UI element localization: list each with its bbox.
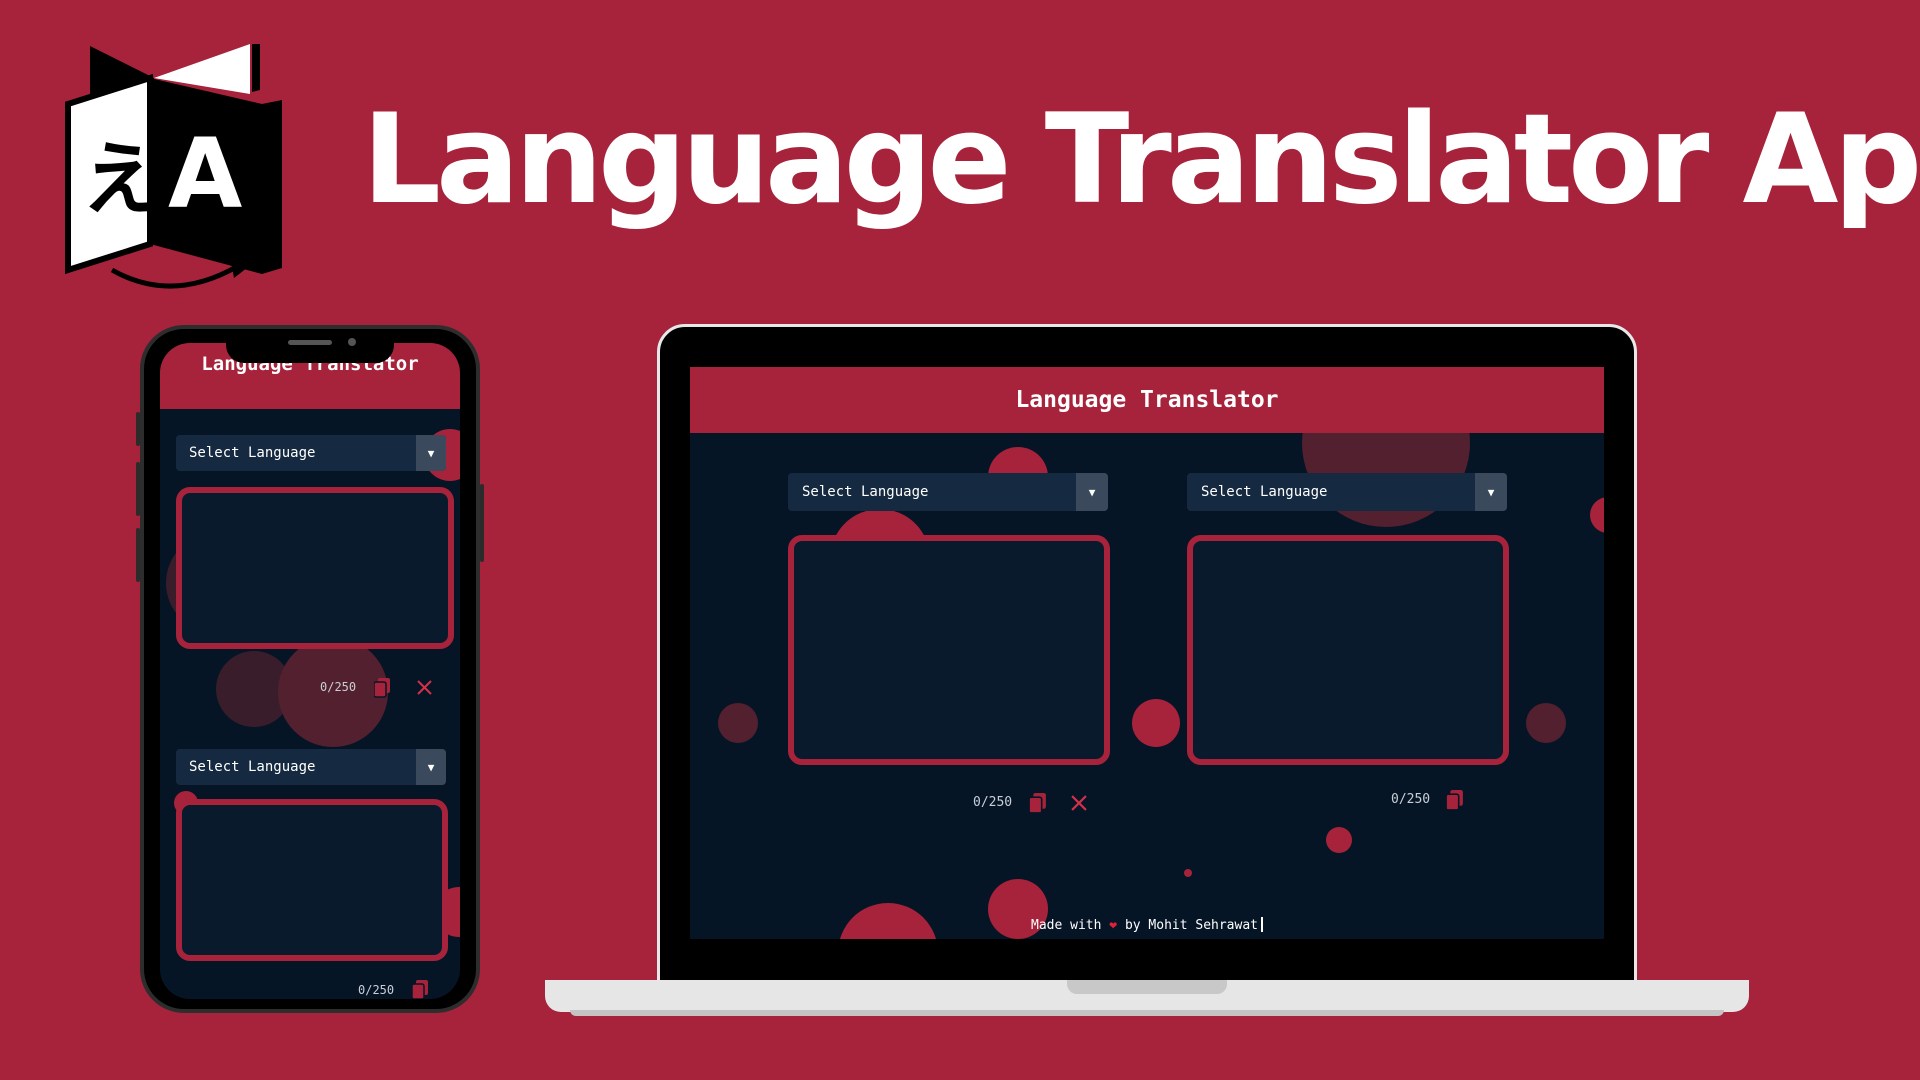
bubble — [1132, 699, 1180, 747]
source-language-select[interactable]: Select Language ▼ — [176, 435, 446, 471]
chevron-down-icon: ▼ — [1475, 473, 1507, 511]
copy-icon[interactable] — [1026, 791, 1048, 815]
footer-credit: Made with ❤ by Mohit Sehrawat — [690, 917, 1604, 933]
bubble — [1590, 497, 1604, 533]
chevron-down-icon: ▼ — [416, 435, 446, 471]
text-cursor — [1261, 917, 1263, 932]
laptop-base-shadow — [570, 1010, 1724, 1016]
select-label: Select Language — [1201, 484, 1328, 500]
bubble — [1184, 869, 1192, 877]
logo-left-glyph: え — [82, 133, 162, 226]
source-textarea[interactable] — [788, 535, 1110, 765]
phone-notch — [226, 329, 394, 363]
chevron-down-icon: ▼ — [1076, 473, 1108, 511]
chevron-down-icon: ▼ — [416, 749, 446, 785]
bubble — [1326, 827, 1352, 853]
target-language-select[interactable]: Select Language ▼ — [176, 749, 446, 785]
target-textarea[interactable] — [1187, 535, 1509, 765]
select-label: Select Language — [189, 759, 316, 775]
app-header-title: Language Translator — [1015, 387, 1279, 413]
phone-mockup: Language Translator Select Language ▼ 0/… — [140, 325, 480, 1013]
target-textarea[interactable] — [176, 799, 448, 961]
phone-camera — [348, 338, 356, 346]
heart-icon: ❤ — [1109, 918, 1118, 933]
footer-author: by Mohit Sehrawat — [1124, 918, 1258, 933]
phone-power-button — [480, 484, 484, 562]
phone-speaker — [288, 340, 332, 345]
select-label: Select Language — [802, 484, 929, 500]
laptop-trackpad-notch — [1067, 980, 1227, 994]
copy-icon[interactable] — [372, 677, 392, 699]
laptop-app-screen: Language Translator Select Language ▼ 0/… — [690, 367, 1604, 939]
char-counter: 0/250 — [973, 795, 1013, 810]
app-header: Language Translator — [690, 367, 1604, 433]
copy-icon[interactable] — [410, 979, 430, 999]
char-counter: 0/250 — [1391, 792, 1431, 807]
char-counter: 0/250 — [358, 983, 395, 997]
source-textarea[interactable] — [176, 487, 454, 649]
laptop-mockup: Language Translator Select Language ▼ 0/… — [657, 324, 1637, 984]
page-title: Language Translator App — [362, 88, 1920, 232]
bubble — [718, 703, 758, 743]
translate-book-icon: え A — [65, 44, 282, 289]
select-label: Select Language — [189, 445, 316, 461]
source-language-select[interactable]: Select Language ▼ — [788, 473, 1108, 511]
char-counter: 0/250 — [320, 680, 357, 694]
target-language-select[interactable]: Select Language ▼ — [1187, 473, 1507, 511]
close-icon[interactable] — [414, 677, 434, 697]
footer-prefix: Made with — [1031, 918, 1102, 933]
bubble — [1526, 703, 1566, 743]
logo-right-glyph: A — [168, 118, 242, 230]
copy-icon[interactable] — [1443, 788, 1465, 812]
close-icon[interactable] — [1068, 792, 1090, 814]
phone-app-screen: Language Translator Select Language ▼ 0/… — [160, 343, 460, 999]
